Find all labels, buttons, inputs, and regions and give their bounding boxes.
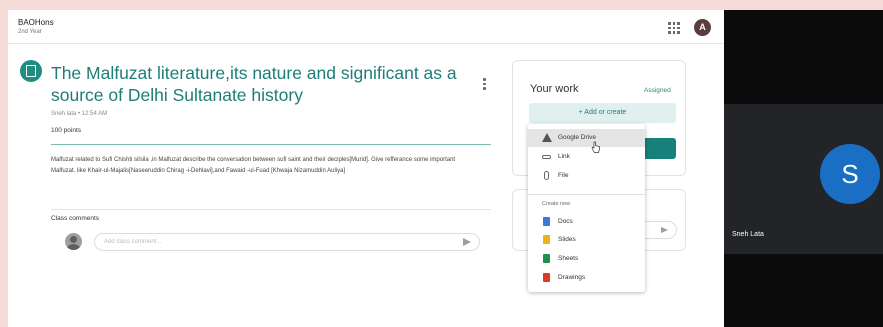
add-or-create-menu: Google Drive Link File Create new Docs S… [528,124,645,292]
private-send-icon[interactable] [661,227,668,233]
classroom-window: BAOHons 2nd Year A The Malfuzat literatu… [8,10,724,327]
class-comments-label: Class comments [51,215,100,222]
menu-item-google-drive[interactable]: Google Drive [528,129,645,147]
title-divider [51,144,491,145]
menu-item-link[interactable]: Link [528,148,645,166]
assignment-description: Malfuzat related to Sufi Chishti silsila… [51,157,456,174]
commenter-avatar [65,233,82,250]
menu-item-label: Link [558,153,570,160]
create-new-label: Create new [542,201,571,207]
assignment-meta: Sneh lata • 12:54 AM [51,111,108,117]
drawings-icon [543,273,550,282]
menu-item-label: Google Drive [558,134,596,141]
comments-divider [51,209,491,210]
drive-icon [542,133,552,142]
more-options-icon[interactable] [483,78,486,90]
class-name[interactable]: BAOHons [18,18,54,27]
your-work-title: Your work [530,83,579,95]
user-avatar[interactable]: A [694,19,711,36]
menu-item-sheets[interactable]: Sheets [528,250,645,268]
file-icon [544,171,549,180]
participant-name: Sneh Lata [732,231,764,238]
menu-item-label: Slides [558,236,576,243]
sheets-icon [543,254,550,263]
docs-icon [543,217,550,226]
class-comment-input[interactable]: Add class comment... [94,233,480,251]
class-section: 2nd Year [18,29,42,35]
menu-item-label: Docs [558,218,573,225]
status-badge: Assigned [644,87,671,94]
video-panel: S Sneh Lata [724,10,883,327]
assignment-points: 100 points [51,127,81,134]
menu-item-label: Drawings [558,274,586,281]
screen-frame: BAOHons 2nd Year A The Malfuzat literatu… [0,0,883,327]
menu-item-docs[interactable]: Docs [528,213,645,231]
menu-item-label: File [558,172,569,179]
apps-grid-icon[interactable] [668,22,680,34]
slides-icon [543,235,550,244]
add-or-create-button[interactable]: + Add or create [529,103,676,123]
link-icon [542,155,551,159]
participant-tile[interactable]: S Sneh Lata [724,104,883,254]
menu-divider [528,194,645,195]
participant-avatar: S [820,144,880,204]
assignment-icon [20,60,42,82]
menu-item-drawings[interactable]: Drawings [528,269,645,287]
menu-item-label: Sheets [558,255,579,262]
send-icon[interactable] [463,238,471,246]
hand-cursor-icon [591,141,600,153]
top-bar: BAOHons 2nd Year A [8,10,724,44]
menu-item-slides[interactable]: Slides [528,231,645,249]
assignment-title: The Malfuzat literature,its nature and s… [51,63,457,105]
menu-item-file[interactable]: File [528,167,645,185]
